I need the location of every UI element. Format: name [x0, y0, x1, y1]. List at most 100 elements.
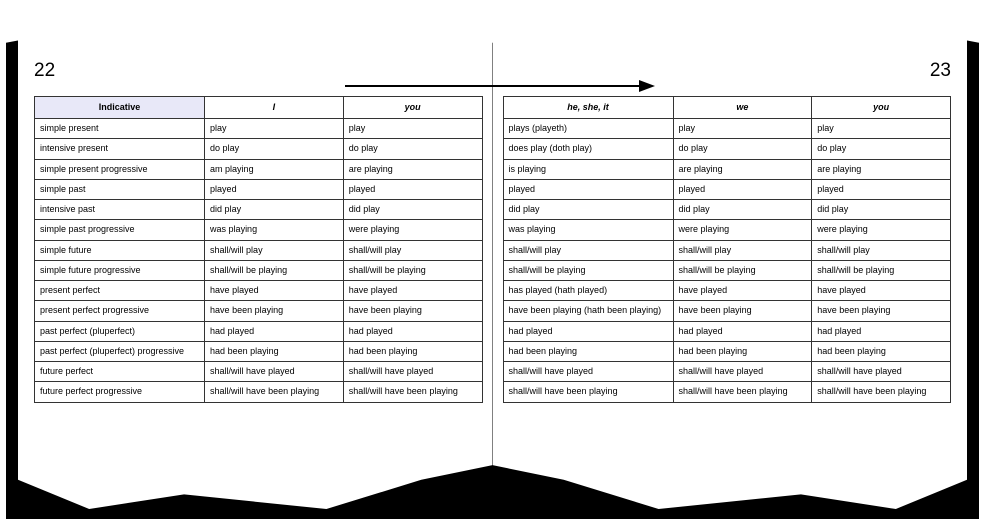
- cell-he: was playing: [503, 220, 673, 240]
- table-row: simple future progressive shall/will be p…: [35, 260, 483, 280]
- cell-you2: had been playing: [812, 341, 951, 361]
- cell-i: am playing: [205, 159, 344, 179]
- cell-we: had played: [673, 321, 812, 341]
- table-row: shall/will have playedshall/will have pl…: [503, 362, 951, 382]
- cell-i: had been playing: [205, 341, 344, 361]
- cell-i: have been playing: [205, 301, 344, 321]
- table-row: present perfecthave playedhave played: [35, 281, 483, 301]
- cell-i: had played: [205, 321, 344, 341]
- cell-you: played: [343, 179, 482, 199]
- cell-we: were playing: [673, 220, 812, 240]
- cell-you: were playing: [343, 220, 482, 240]
- cell-we: have played: [673, 281, 812, 301]
- cell-you: are playing: [343, 159, 482, 179]
- cell-you2: have been playing: [812, 301, 951, 321]
- cell-you: shall/will have played: [343, 362, 482, 382]
- cell-you2: have played: [812, 281, 951, 301]
- cell-tense: future perfect progressive: [35, 382, 205, 402]
- cell-tense: simple future progressive: [35, 260, 205, 280]
- cell-you2: had played: [812, 321, 951, 341]
- cell-you2: shall/will have been playing: [812, 382, 951, 402]
- cell-you2: do play: [812, 139, 951, 159]
- cell-tense: simple past progressive: [35, 220, 205, 240]
- table-row: simple past progressivewas playingwere p…: [35, 220, 483, 240]
- table-header-row: Indicative I you: [35, 97, 483, 119]
- cell-you2: did play: [812, 200, 951, 220]
- cell-we: shall/will be playing: [673, 260, 812, 280]
- cell-we: did play: [673, 200, 812, 220]
- cell-he: had been playing: [503, 341, 673, 361]
- cell-we: played: [673, 179, 812, 199]
- table-row: plays (playeth)playplay: [503, 119, 951, 139]
- cell-we: shall/will have been playing: [673, 382, 812, 402]
- cell-i: have played: [205, 281, 344, 301]
- header-we: we: [673, 97, 812, 119]
- cell-tense: past perfect (pluperfect) progressive: [35, 341, 205, 361]
- cell-tense: simple present: [35, 119, 205, 139]
- table-row: past perfect (pluperfect) progressivehad…: [35, 341, 483, 361]
- arrow-icon: [345, 76, 655, 96]
- cell-i: shall/will have been playing: [205, 382, 344, 402]
- table-row: is playingare playingare playing: [503, 159, 951, 179]
- cell-he: have been playing (hath been playing): [503, 301, 673, 321]
- table-row: future perfect progressiveshall/will hav…: [35, 382, 483, 402]
- cell-tense: future perfect: [35, 362, 205, 382]
- cell-you2: shall/will be playing: [812, 260, 951, 280]
- cell-you: play: [343, 119, 482, 139]
- cell-tense: present perfect: [35, 281, 205, 301]
- table-row: shall/will have been playingshall/will h…: [503, 382, 951, 402]
- table-row: shall/will be playingshall/will be playi…: [503, 260, 951, 280]
- cell-tense: simple present progressive: [35, 159, 205, 179]
- table-row: does play (doth play)do playdo play: [503, 139, 951, 159]
- header-indicative: Indicative: [35, 97, 205, 119]
- cell-you2: were playing: [812, 220, 951, 240]
- cell-i: do play: [205, 139, 344, 159]
- cell-we: had been playing: [673, 341, 812, 361]
- table-row: shall/will playshall/will playshall/will…: [503, 240, 951, 260]
- table-row: simple present progressiveam playingare …: [35, 159, 483, 179]
- cell-i: shall/will have played: [205, 362, 344, 382]
- table-row: simple presentplayplay: [35, 119, 483, 139]
- cell-you: do play: [343, 139, 482, 159]
- cell-we: shall/will play: [673, 240, 812, 260]
- cell-tense: simple past: [35, 179, 205, 199]
- table-row: playedplayedplayed: [503, 179, 951, 199]
- book-frame: 22 Indicative I you simple presentplaypl…: [0, 0, 985, 531]
- cell-you2: shall/will have played: [812, 362, 951, 382]
- cell-you: had played: [343, 321, 482, 341]
- cell-i: did play: [205, 200, 344, 220]
- cell-you: did play: [343, 200, 482, 220]
- header-i: I: [205, 97, 344, 119]
- cell-he: did play: [503, 200, 673, 220]
- cell-you2: played: [812, 179, 951, 199]
- cell-he: plays (playeth): [503, 119, 673, 139]
- right-page-content: 23 he, she, it we you plays (playeth)pla…: [493, 60, 968, 403]
- table-body-left: simple presentplayplayintensive presentd…: [35, 119, 483, 403]
- conjugation-table-left: Indicative I you simple presentplayplayi…: [34, 96, 483, 403]
- table-row: simple pastplayedplayed: [35, 179, 483, 199]
- header-he-she-it: he, she, it: [503, 97, 673, 119]
- table-row: has played (hath played)have playedhave …: [503, 281, 951, 301]
- cell-tense: present perfect progressive: [35, 301, 205, 321]
- cell-he: does play (doth play): [503, 139, 673, 159]
- cell-tense: simple future: [35, 240, 205, 260]
- cell-he: has played (hath played): [503, 281, 673, 301]
- cell-we: are playing: [673, 159, 812, 179]
- cell-he: shall/will be playing: [503, 260, 673, 280]
- table-row: past perfect (pluperfect)had playedhad p…: [35, 321, 483, 341]
- table-row: had playedhad playedhad played: [503, 321, 951, 341]
- table-row: intensive presentdo playdo play: [35, 139, 483, 159]
- table-row: had been playinghad been playinghad been…: [503, 341, 951, 361]
- cell-we: shall/will have played: [673, 362, 812, 382]
- header-you-plural: you: [812, 97, 951, 119]
- cell-you2: are playing: [812, 159, 951, 179]
- cell-i: play: [205, 119, 344, 139]
- cell-we: do play: [673, 139, 812, 159]
- cell-you: shall/will have been playing: [343, 382, 482, 402]
- cell-i: played: [205, 179, 344, 199]
- cell-you2: shall/will play: [812, 240, 951, 260]
- cell-he: played: [503, 179, 673, 199]
- cell-you: shall/will be playing: [343, 260, 482, 280]
- cell-you2: play: [812, 119, 951, 139]
- cell-we: play: [673, 119, 812, 139]
